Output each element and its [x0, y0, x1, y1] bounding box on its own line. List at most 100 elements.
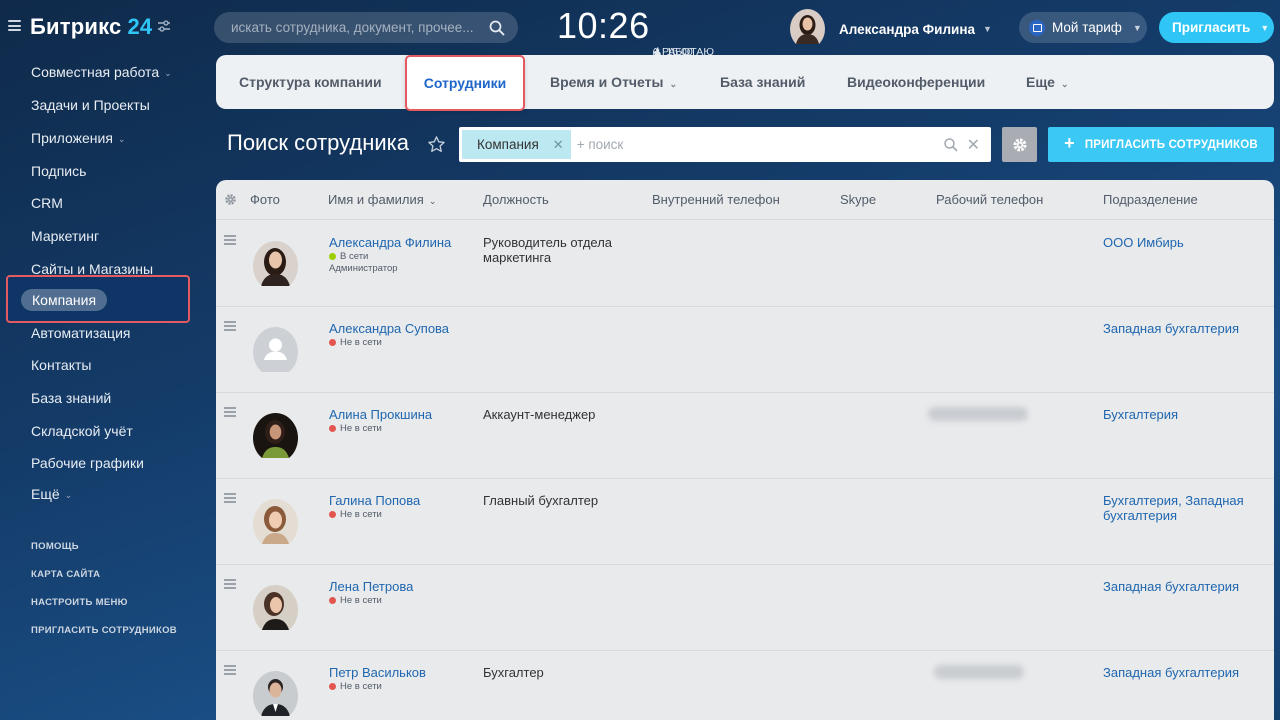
column-name[interactable]: Имя и фамилия ⌄ [328, 192, 436, 207]
user-name[interactable]: Александра Филина [839, 22, 975, 37]
user-avatar[interactable] [790, 9, 825, 49]
employee-name[interactable]: Алина Прокшина [329, 407, 432, 422]
employee-department[interactable]: Бухгалтерия, Западная бухгалтерия [1103, 493, 1263, 523]
table-row[interactable]: Лена Петрова Не в сети Западная бухгалте… [216, 565, 1274, 651]
chevron-down-icon: ⌄ [64, 490, 73, 500]
filter-settings-button[interactable] [1002, 127, 1037, 162]
column-photo[interactable]: Фото [250, 192, 280, 207]
status-dot [329, 425, 336, 432]
logo[interactable]: Битрикс 24 [30, 14, 152, 40]
chevron-down-icon: ⌄ [669, 79, 678, 89]
sidebar-item-apps[interactable]: Приложения ⌄ [31, 128, 125, 148]
menu-link-invite[interactable]: ПРИГЛАСИТЬ СОТРУДНИКОВ [31, 625, 177, 636]
user-menu[interactable]: Александра Филина ▼ [790, 9, 992, 49]
tab-structure[interactable]: Структура компании [239, 55, 382, 109]
menu-link-help[interactable]: ПОМОЩЬ [31, 541, 79, 552]
chip-close-icon[interactable]: ✕ [553, 137, 564, 153]
tab-time-reports[interactable]: Время и Отчеты ⌄ [550, 55, 677, 109]
tab-video-conf[interactable]: Видеоконференции [847, 55, 985, 109]
sidebar-item-sites[interactable]: Сайты и Магазины [31, 259, 153, 279]
employee-department[interactable]: Бухгалтерия [1103, 407, 1263, 422]
menu-burger-icon[interactable] [8, 20, 21, 31]
drag-handle-icon[interactable] [224, 235, 236, 247]
sidebar-item-warehouse[interactable]: Складской учёт [31, 421, 133, 441]
column-internal-phone[interactable]: Внутренний телефон [652, 192, 780, 207]
employee-name[interactable]: Галина Попова [329, 493, 420, 508]
invite-employees-button[interactable]: + ПРИГЛАСИТЬ СОТРУДНИКОВ [1048, 127, 1274, 162]
employee-avatar[interactable] [253, 671, 298, 720]
online-status: Не в сети [329, 595, 382, 606]
global-search[interactable] [214, 12, 518, 43]
online-status: В сети [329, 251, 368, 262]
clear-icon[interactable]: ✕ [967, 135, 980, 155]
search-icon[interactable] [943, 137, 959, 153]
sidebar-item-tasks[interactable]: Задачи и Проекты [31, 95, 150, 115]
sidebar-item-knowledge[interactable]: База знаний [31, 388, 111, 408]
chevron-down-icon: ▼ [1260, 22, 1270, 33]
employee-position: Руководитель отдела маркетинга [483, 235, 613, 265]
employee-avatar-placeholder[interactable] [253, 327, 298, 377]
drag-handle-icon[interactable] [224, 665, 236, 677]
table-row[interactable]: Алина Прокшина Не в сети Аккаунт-менедже… [216, 393, 1274, 479]
grid-header: Фото Имя и фамилия ⌄ Должность Внутренний… [216, 180, 1274, 220]
chevron-down-icon: ⌄ [428, 196, 437, 206]
drag-handle-icon[interactable] [224, 407, 236, 419]
employee-name[interactable]: Александра Супова [329, 321, 449, 336]
employee-name[interactable]: Лена Петрова [329, 579, 413, 594]
column-work-phone[interactable]: Рабочий телефон [936, 192, 1043, 207]
chevron-down-icon: ⌄ [1060, 79, 1069, 89]
column-settings-icon[interactable] [224, 193, 237, 206]
employee-department[interactable]: Западная бухгалтерия [1103, 321, 1263, 336]
sidebar-item-collaboration[interactable]: Совместная работа ⌄ [31, 62, 172, 82]
star-icon[interactable] [427, 135, 446, 154]
employee-avatar[interactable] [253, 241, 298, 291]
filter-chip-company[interactable]: Компания ✕ [462, 130, 571, 159]
sidebar-item-company[interactable]: Компания [21, 289, 108, 311]
search-input[interactable] [231, 20, 488, 35]
employee-avatar[interactable] [253, 585, 298, 635]
status-dot [329, 253, 336, 260]
sidebar-item-schedules[interactable]: Рабочие графики [31, 453, 144, 473]
table-row[interactable]: Галина Попова Не в сети Главный бухгалте… [216, 479, 1274, 565]
menu-link-sitemap[interactable]: КАРТА САЙТА [31, 569, 100, 580]
sidebar-item-contacts[interactable]: Контакты [31, 355, 91, 375]
table-row[interactable]: Александра Супова Не в сети Западная бух… [216, 307, 1274, 393]
tariff-button[interactable]: Мой тариф ▼ [1019, 12, 1147, 43]
briefcase-icon [1029, 19, 1045, 36]
filter-search-input[interactable] [576, 137, 943, 152]
online-status: Не в сети [329, 509, 382, 520]
search-icon[interactable] [488, 19, 506, 37]
logo-settings-icon[interactable] [157, 20, 171, 35]
employee-filter[interactable]: Компания ✕ ✕ [459, 127, 991, 162]
sidebar-item-marketing[interactable]: Маркетинг [31, 226, 99, 246]
invite-employees-label: ПРИГЛАСИТЬ СОТРУДНИКОВ [1084, 138, 1258, 151]
clock[interactable]: 10:26 [557, 5, 650, 47]
column-position[interactable]: Должность [483, 192, 549, 207]
sidebar-item-more[interactable]: Ещё ⌄ [31, 484, 72, 504]
sidebar-item-automation[interactable]: Автоматизация [31, 323, 130, 343]
drag-handle-icon[interactable] [224, 321, 236, 333]
employee-department[interactable]: Западная бухгалтерия [1103, 665, 1263, 680]
sidebar-item-sign[interactable]: Подпись [31, 161, 86, 181]
tab-knowledge-base[interactable]: База знаний [720, 55, 805, 109]
invite-button[interactable]: Пригласить ▼ [1159, 12, 1274, 43]
table-row[interactable]: Петр Васильков Не в сети Бухгалтер Запад… [216, 651, 1274, 720]
drag-handle-icon[interactable] [224, 493, 236, 505]
table-row[interactable]: Александра Филина В сети Администратор Р… [216, 221, 1274, 307]
work-phone-blurred [928, 407, 1028, 421]
employee-department[interactable]: ООО Имбирь [1103, 235, 1263, 250]
employee-department[interactable]: Западная бухгалтерия [1103, 579, 1263, 594]
employee-name[interactable]: Петр Васильков [329, 665, 426, 680]
chevron-down-icon[interactable]: ▼ [983, 24, 992, 34]
drag-handle-icon[interactable] [224, 579, 236, 591]
menu-link-configure[interactable]: НАСТРОИТЬ МЕНЮ [31, 597, 128, 608]
sidebar-item-crm[interactable]: CRM [31, 193, 63, 213]
employee-avatar[interactable] [253, 499, 298, 549]
chevron-down-icon: ▼ [1132, 22, 1142, 33]
column-department[interactable]: Подразделение [1103, 192, 1198, 207]
column-skype[interactable]: Skype [840, 192, 876, 207]
employee-avatar[interactable] [253, 413, 298, 463]
tab-employees[interactable]: Сотрудники [405, 55, 525, 111]
employee-name[interactable]: Александра Филина [329, 235, 451, 250]
tab-more[interactable]: Еще ⌄ [1026, 55, 1068, 109]
